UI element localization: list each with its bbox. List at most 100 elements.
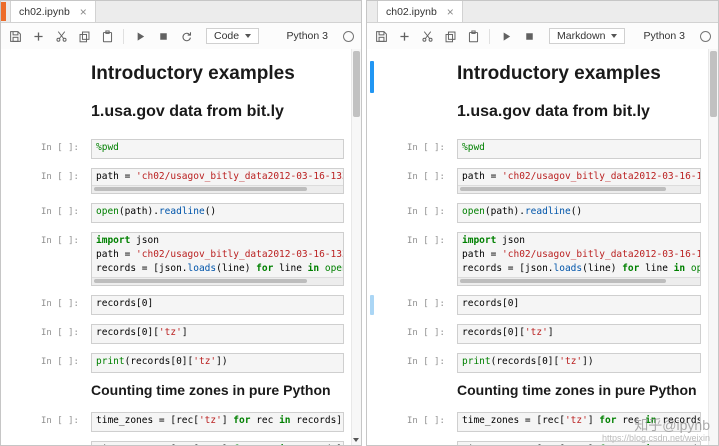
code-token: records[0][ (462, 327, 525, 338)
code-editor[interactable]: %pwd (457, 139, 701, 159)
code-editor[interactable]: time_zones = [rec['tz'] for rec in recor… (457, 441, 701, 445)
tab-close-icon[interactable]: × (80, 6, 87, 18)
code-token: rec (616, 415, 645, 426)
insert-cell-button[interactable] (31, 29, 45, 43)
code-editor[interactable]: print(records[0]['tz']) (91, 353, 344, 373)
cell-type-dropdown[interactable]: Markdown (549, 28, 625, 44)
cut-cells-button[interactable] (420, 29, 434, 43)
code-token: open (96, 206, 119, 217)
copy-cells-button[interactable] (443, 29, 457, 43)
clipped-tab-accent (1, 2, 6, 21)
toolbar-separator (489, 29, 490, 44)
code-token: path = (462, 171, 502, 182)
restart-kernel-button[interactable] (179, 29, 193, 43)
markdown-cell[interactable]: 1.usa.gov data from bit.ly (41, 103, 344, 121)
code-token: time_zones = [rec[ (462, 415, 565, 426)
markdown-cell-selected[interactable]: Introductory examples (407, 63, 701, 85)
code-token: time_zones = [rec[ (96, 415, 199, 426)
code-token: ]) (216, 356, 227, 367)
tab-ch02-notebook[interactable]: ch02.ipynb × (377, 1, 463, 22)
code-token: 'tz' (159, 327, 182, 338)
code-token: (records[0][ (491, 356, 560, 367)
code-editor[interactable]: records[0]['tz'] (457, 324, 701, 344)
code-cell: In [ ]: records[0]['tz'] (41, 324, 344, 344)
copy-cells-button[interactable] (77, 29, 91, 43)
stop-button[interactable] (522, 29, 536, 43)
code-editor[interactable]: import json path = 'ch02/usagov_bitly_da… (457, 232, 701, 286)
code-cell: In [ ]: print(records[0]['tz']) (41, 353, 344, 373)
code-token: %pwd (96, 142, 119, 153)
markdown-cell[interactable]: Introductory examples (41, 63, 344, 85)
plus-icon (398, 30, 411, 43)
code-editor[interactable]: import json path = 'ch02/usagov_bitly_da… (91, 232, 344, 286)
horizontal-scrollbar-thumb[interactable] (94, 279, 307, 283)
horizontal-scrollbar-thumb[interactable] (94, 187, 307, 191)
code-editor[interactable]: records[0] (91, 295, 344, 315)
code-editor[interactable]: %pwd (91, 139, 344, 159)
horizontal-scrollbar[interactable] (92, 277, 343, 285)
cell-prompt: In [ ]: (41, 139, 85, 159)
cell-prompt: In [ ]: (407, 324, 451, 344)
code-token: rec (616, 444, 645, 445)
cut-cells-button[interactable] (54, 29, 68, 43)
tab-ch02-notebook[interactable]: ch02.ipynb × (10, 1, 96, 22)
code-editor[interactable]: time_zones = [rec['tz'] for rec in recor… (457, 412, 701, 432)
horizontal-scrollbar-thumb[interactable] (460, 279, 666, 283)
vertical-scrollbar[interactable] (708, 49, 718, 445)
code-editor[interactable]: time_zones = [rec['tz'] for rec in recor… (91, 441, 344, 445)
scrollbar-down-arrow-icon[interactable] (353, 438, 359, 442)
code-token: records] (657, 415, 700, 426)
run-icon (134, 30, 147, 43)
cell-prompt: In [ ]: (407, 441, 451, 445)
code-line: records[0] (92, 298, 343, 310)
code-line: time_zones = [rec['tz'] for rec in recor… (458, 444, 700, 445)
code-token: 'ch02/usagov_bitly_data2012-03-16-133192… (502, 249, 700, 260)
save-button[interactable] (374, 29, 388, 43)
vertical-scrollbar-thumb[interactable] (710, 51, 717, 117)
code-token: print (96, 356, 125, 367)
vertical-scrollbar[interactable] (351, 49, 361, 445)
code-editor[interactable]: print(records[0]['tz']) (457, 353, 701, 373)
code-line: import json (458, 235, 700, 247)
code-line: time_zones = [rec['tz'] for rec in recor… (458, 415, 700, 427)
code-cell: In [ ]: %pwd (407, 139, 701, 159)
insert-cell-button[interactable] (397, 29, 411, 43)
stop-button[interactable] (156, 29, 170, 43)
code-editor[interactable]: records[0] (457, 295, 701, 315)
code-token: time_zones = [rec[ (96, 444, 199, 445)
section-title: 1.usa.gov data from bit.ly (457, 103, 701, 121)
code-token: ]) (582, 356, 593, 367)
code-line: records[0] (458, 298, 700, 310)
horizontal-scrollbar-thumb[interactable] (460, 187, 666, 191)
markdown-cell[interactable]: Counting time zones in pure Python (41, 382, 344, 398)
markdown-cell[interactable]: 1.usa.gov data from bit.ly (407, 103, 701, 121)
kernel-name[interactable]: Python 3 (287, 30, 328, 42)
code-editor[interactable]: time_zones = [rec['tz'] for rec in recor… (91, 412, 344, 432)
horizontal-scrollbar[interactable] (458, 277, 700, 285)
run-button[interactable] (499, 29, 513, 43)
paste-cells-button[interactable] (466, 29, 480, 43)
code-editor[interactable]: path = 'ch02/usagov_bitly_data2012-03-16… (91, 168, 344, 194)
kernel-name[interactable]: Python 3 (644, 30, 685, 42)
horizontal-scrollbar[interactable] (92, 185, 343, 193)
code-line: time_zones = [rec['tz'] for rec in recor… (92, 415, 343, 427)
code-editor[interactable]: open(path).readline() (457, 203, 701, 223)
vertical-scrollbar-thumb[interactable] (353, 51, 360, 117)
run-button[interactable] (133, 29, 147, 43)
paste-cells-button[interactable] (100, 29, 114, 43)
markdown-cell[interactable]: Counting time zones in pure Python (407, 382, 701, 398)
code-cell-partial: In [ ]: time_zones = [rec['tz'] for rec … (407, 441, 701, 445)
code-token: open (462, 206, 485, 217)
code-line: path = 'ch02/usagov_bitly_data2012-03-16… (458, 171, 700, 183)
code-editor[interactable]: path = 'ch02/usagov_bitly_data2012-03-16… (457, 168, 701, 194)
save-button[interactable] (8, 29, 22, 43)
code-token: () (205, 206, 216, 217)
code-editor[interactable]: records[0]['tz'] (91, 324, 344, 344)
tab-close-icon[interactable]: × (447, 6, 454, 18)
cell-type-dropdown[interactable]: Code (206, 28, 259, 44)
horizontal-scrollbar[interactable] (458, 185, 700, 193)
code-editor[interactable]: open(path).readline() (91, 203, 344, 223)
code-cell: In [ ]: open(path).readline() (41, 203, 344, 223)
code-token: (records[0][ (125, 356, 194, 367)
code-cell: In [ ]: print(records[0]['tz']) (407, 353, 701, 373)
